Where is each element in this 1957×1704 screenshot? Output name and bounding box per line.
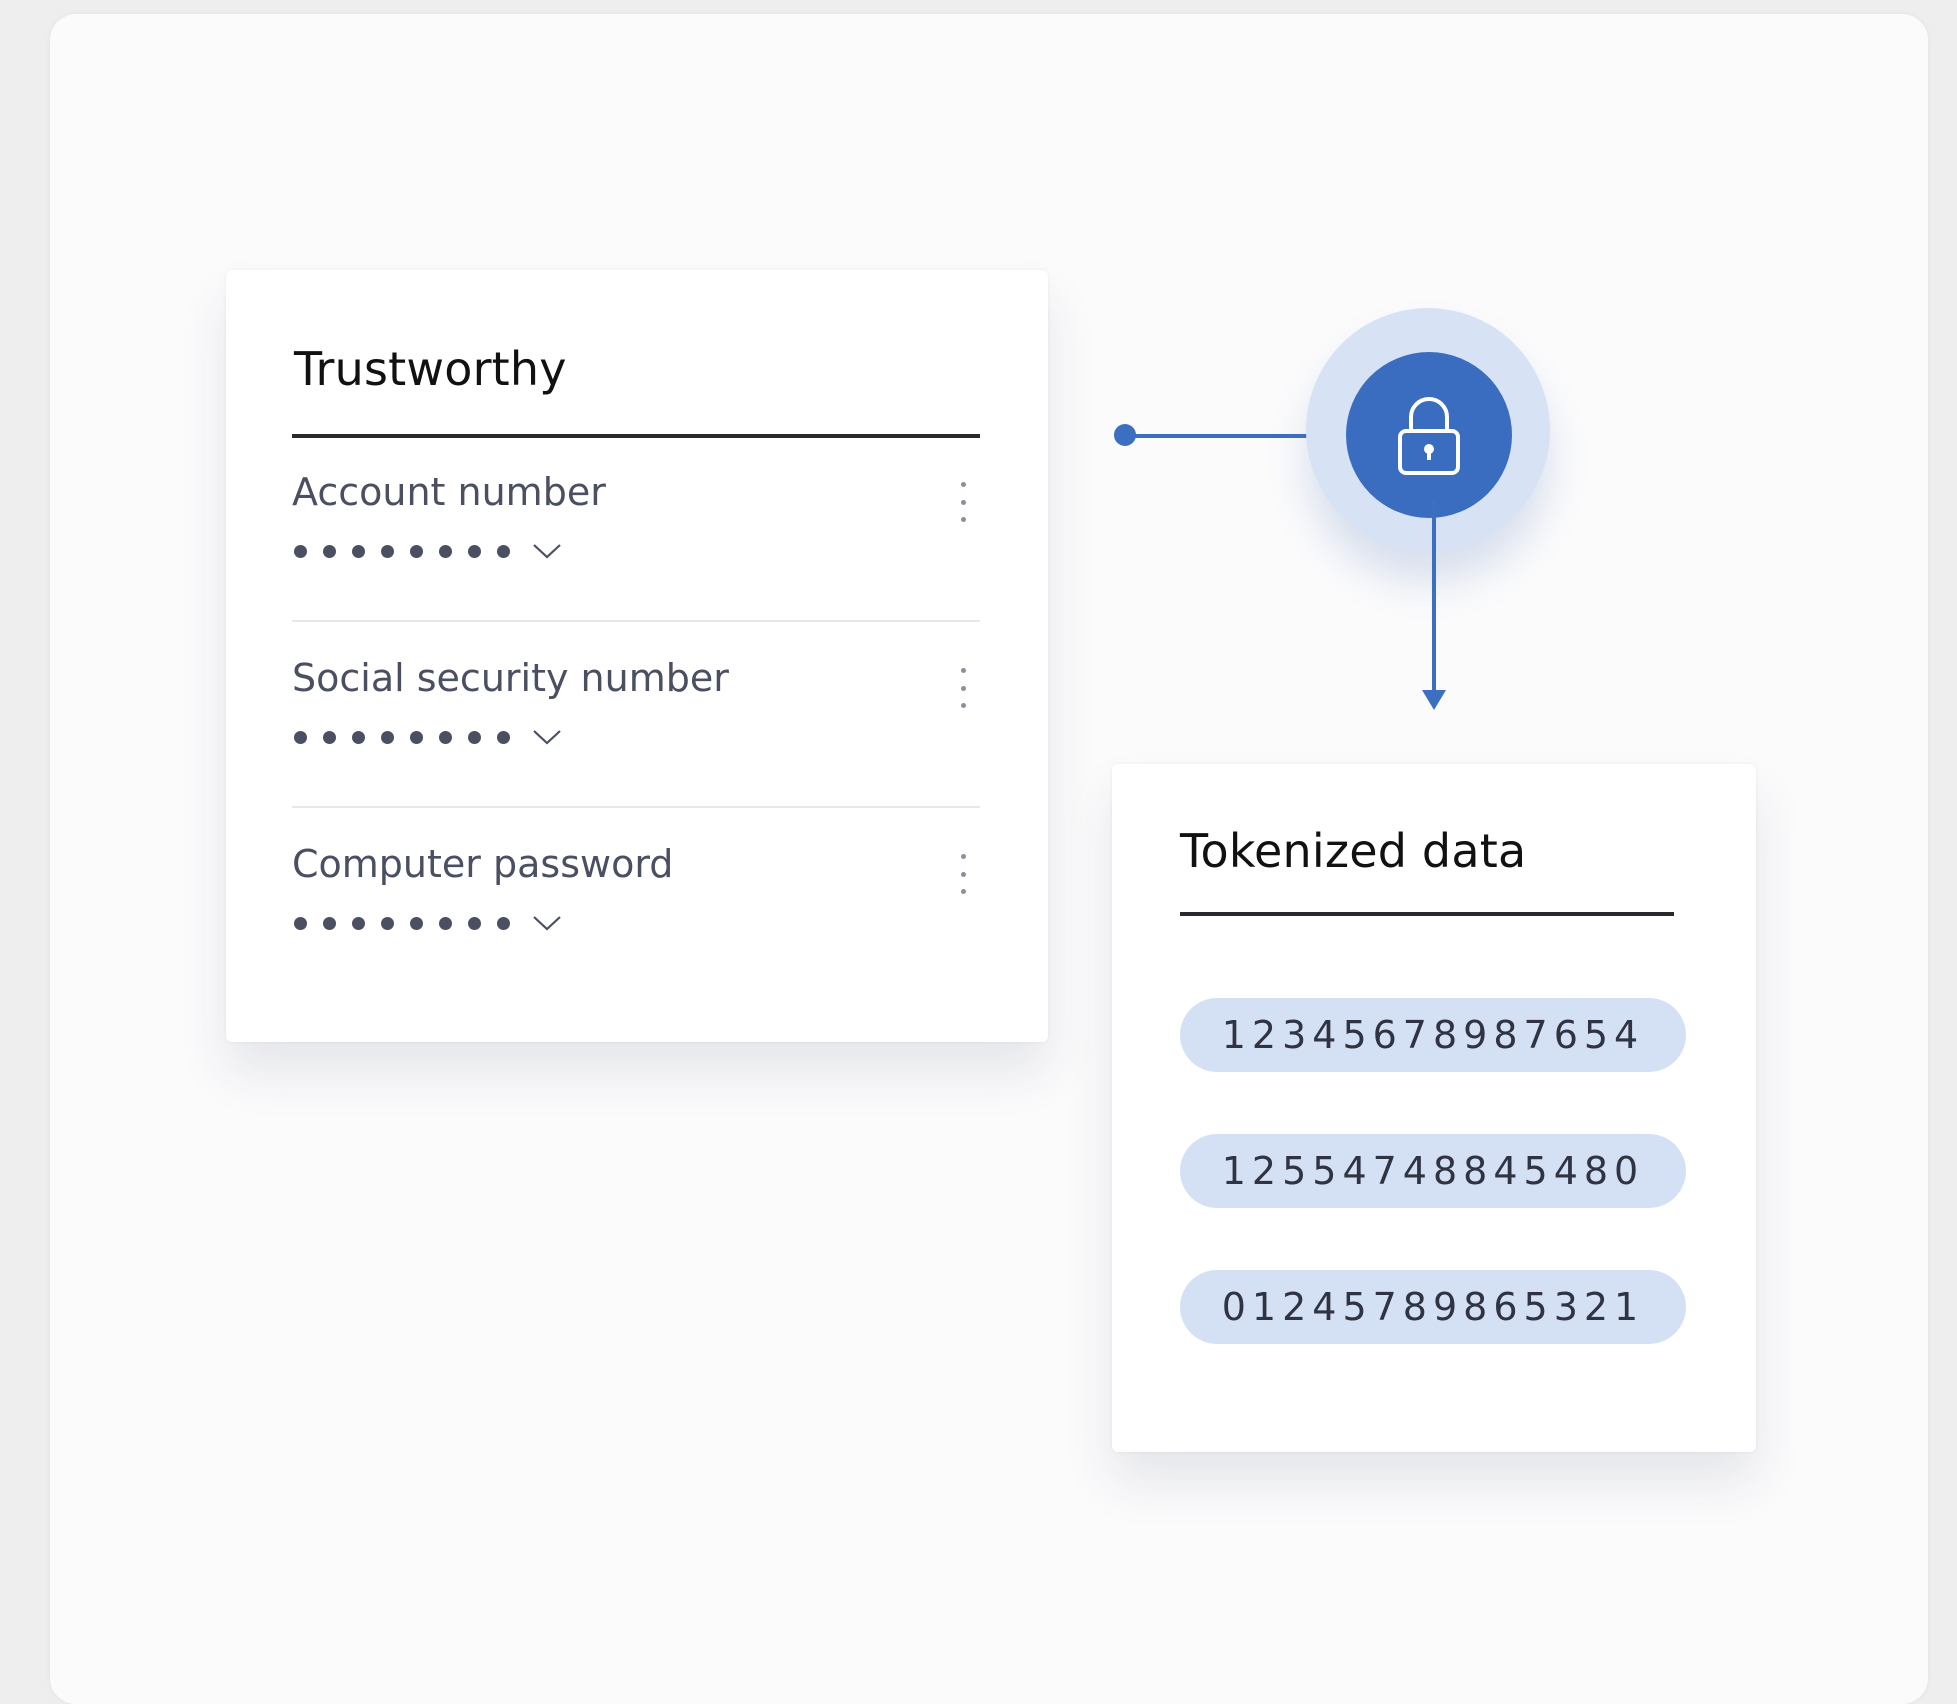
title-underline (292, 434, 980, 438)
kebab-menu-icon[interactable] (958, 668, 968, 708)
divider (292, 620, 980, 622)
card-title: Trustworthy (294, 342, 567, 396)
tokenized-data-card: Tokenized data 12345678987654 1255474884… (1112, 764, 1756, 1452)
token-pill: 12554748845480 (1180, 1134, 1686, 1208)
field-label: Social security number (292, 656, 729, 700)
kebab-menu-icon[interactable] (958, 854, 968, 894)
masked-value (294, 542, 562, 560)
chevron-down-icon[interactable] (532, 542, 562, 560)
title-underline (1180, 912, 1674, 916)
trustworthy-card: Trustworthy Account number Social securi… (226, 270, 1048, 1042)
card-title: Tokenized data (1180, 824, 1527, 878)
token-pill: 01245789865321 (1180, 1270, 1686, 1344)
masked-value (294, 914, 562, 932)
lock-icon (1398, 397, 1460, 475)
divider (292, 806, 980, 808)
lock-badge (1346, 352, 1512, 518)
masked-value (294, 728, 562, 746)
field-account-number: Account number (292, 470, 980, 656)
arrow-down-icon (1422, 690, 1446, 710)
connector-line-vertical (1432, 500, 1436, 692)
field-social-security-number: Social security number (292, 656, 980, 842)
field-label: Account number (292, 470, 606, 514)
kebab-menu-icon[interactable] (958, 482, 968, 522)
chevron-down-icon[interactable] (532, 914, 562, 932)
field-label: Computer password (292, 842, 674, 886)
chevron-down-icon[interactable] (532, 728, 562, 746)
field-computer-password: Computer password (292, 842, 980, 1028)
token-pill: 12345678987654 (1180, 998, 1686, 1072)
